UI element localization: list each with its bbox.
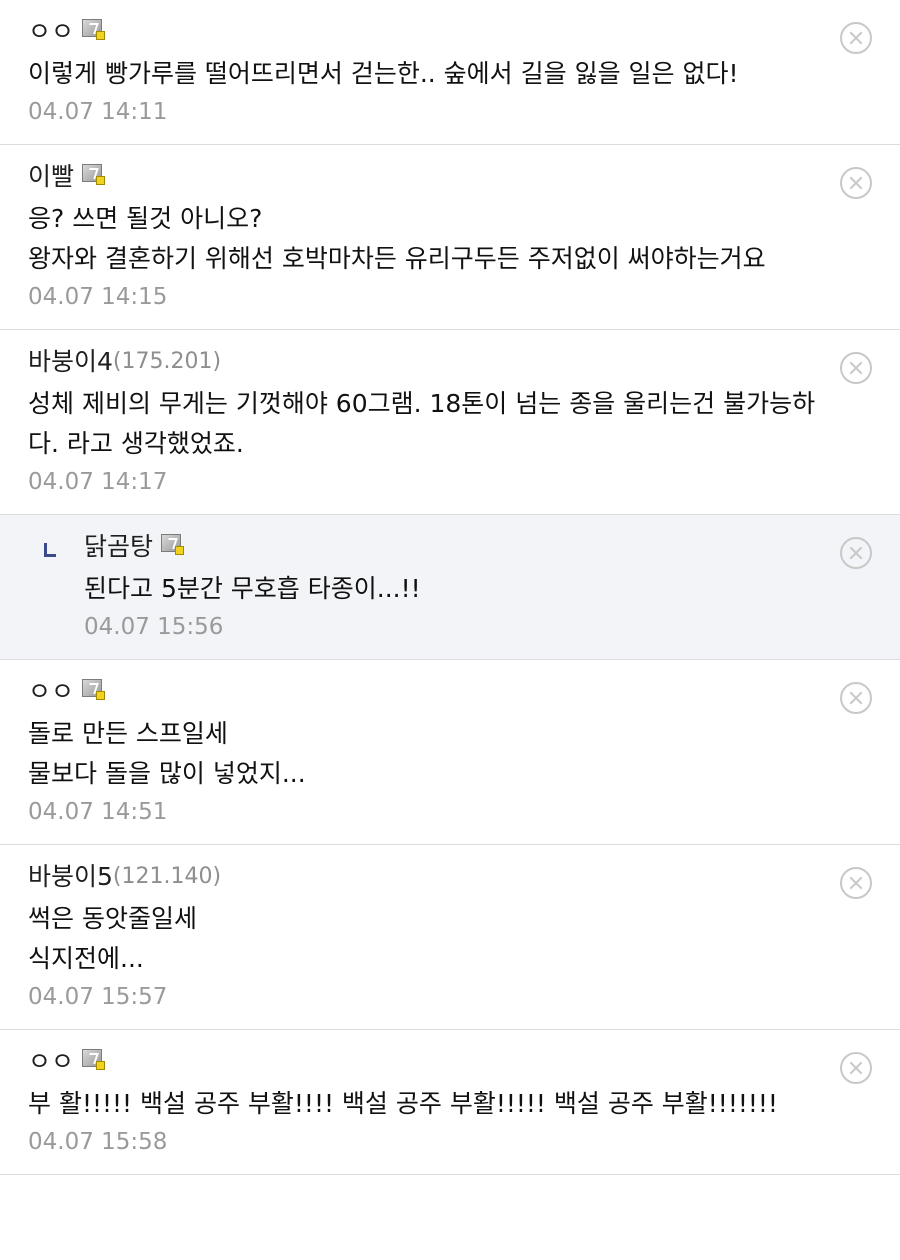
comment-date: 04.07 14:11: [28, 99, 168, 125]
comment-meta: 바붕이5 (121.140): [28, 859, 900, 895]
comment-item: ㅇㅇ 이렇게 빵가루를 떨어뜨리면서 걷는한.. 숲에서 길을 잃을 일은 없다…: [0, 0, 900, 145]
fixed-member-icon: [82, 164, 106, 185]
comment-item: 바붕이4 (175.201) 성체 제비의 무게는 기껏해야 60그램. 18톤…: [0, 330, 900, 515]
delete-comment-icon[interactable]: [840, 682, 872, 714]
comment-date: 04.07 15:57: [28, 984, 168, 1010]
comment-item: 이빨 응? 쓰면 될것 아니오? 왕자와 결혼하기 위해선 호박마차든 유리구두…: [0, 145, 900, 330]
comment-date: 04.07 14:15: [28, 284, 168, 310]
delete-comment-icon[interactable]: [840, 167, 872, 199]
comment-nickname[interactable]: ㅇㅇ: [28, 1044, 74, 1080]
delete-comment-icon[interactable]: [840, 1052, 872, 1084]
comment-meta: 닭곰탕: [84, 529, 900, 565]
comment-text-line: 이렇게 빵가루를 떨어뜨리면서 걷는한.. 숲에서 길을 잃을 일은 없다!: [28, 59, 739, 88]
comment-text-line: 다. 라고 생각했었죠.: [28, 429, 244, 458]
comment-meta: ㅇㅇ: [28, 674, 900, 710]
comment-meta: ㅇㅇ: [28, 14, 900, 50]
delete-comment-icon[interactable]: [840, 352, 872, 384]
comment-item: ㅇㅇ 돌로 만든 스프일세 물보다 돌을 많이 넣었지... 04.07 14:…: [0, 660, 900, 845]
comment-text-line: 돌로 만든 스프일세: [28, 719, 228, 748]
comment-nickname[interactable]: 이빨: [28, 159, 74, 195]
fixed-member-icon: [82, 19, 106, 40]
comment-text-line: 물보다 돌을 많이 넣었지...: [28, 759, 306, 788]
comment-nickname[interactable]: 바붕이4: [28, 344, 113, 380]
delete-comment-icon[interactable]: [840, 537, 872, 569]
fixed-member-icon: [82, 1049, 106, 1070]
reply-item: 닭곰탕 된다고 5분간 무호흡 타종이...!! 04.07 15:56: [0, 515, 900, 660]
comment-list: ㅇㅇ 이렇게 빵가루를 떨어뜨리면서 걷는한.. 숲에서 길을 잃을 일은 없다…: [0, 0, 900, 1175]
reply-arrow-icon: [44, 543, 56, 557]
fixed-member-icon: [82, 679, 106, 700]
comment-nickname[interactable]: ㅇㅇ: [28, 674, 74, 710]
comment-meta: 이빨: [28, 159, 900, 195]
comment-date: 04.07 14:51: [28, 799, 168, 825]
comment-ip: (121.140): [112, 864, 222, 889]
comment-text-line: 성체 제비의 무게는 기껏해야 60그램. 18톤이 넘는 종을 울리는건 불가…: [28, 389, 816, 418]
semi-fixed-member-icon: [161, 534, 185, 555]
comment-nickname[interactable]: ㅇㅇ: [28, 14, 74, 50]
comment-nickname[interactable]: 닭곰탕: [84, 529, 153, 565]
comment-text-line: 부 활!!!!! 백설 공주 부활!!!! 백설 공주 부활!!!!! 백설 공…: [28, 1089, 778, 1118]
comment-date: 04.07 15:58: [28, 1129, 168, 1155]
delete-comment-icon[interactable]: [840, 22, 872, 54]
comment-nickname[interactable]: 바붕이5: [28, 859, 113, 895]
delete-comment-icon[interactable]: [840, 867, 872, 899]
comment-text-line: 썩은 동앗줄일세: [28, 904, 197, 933]
comment-item: ㅇㅇ 부 활!!!!! 백설 공주 부활!!!! 백설 공주 부활!!!!! 백…: [0, 1030, 900, 1175]
comment-text-line: 응? 쓰면 될것 아니오?: [28, 204, 263, 233]
comment-text-line: 왕자와 결혼하기 위해선 호박마차든 유리구두든 주저없이 써야하는거요: [28, 244, 766, 273]
comment-text-line: 식지전에...: [28, 944, 144, 973]
comment-meta: ㅇㅇ: [28, 1044, 900, 1080]
comment-date: 04.07 14:17: [28, 469, 168, 495]
comment-meta: 바붕이4 (175.201): [28, 344, 900, 380]
comment-text-line: 된다고 5분간 무호흡 타종이...!!: [84, 574, 421, 603]
comment-ip: (175.201): [112, 349, 222, 374]
comment-item: 바붕이5 (121.140) 썩은 동앗줄일세 식지전에... 04.07 15…: [0, 845, 900, 1030]
comment-date: 04.07 15:56: [84, 614, 224, 640]
